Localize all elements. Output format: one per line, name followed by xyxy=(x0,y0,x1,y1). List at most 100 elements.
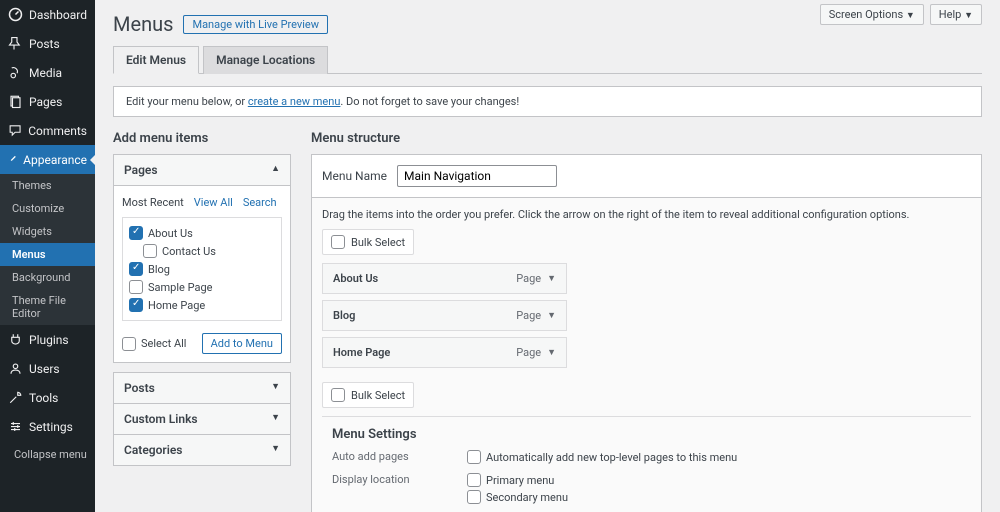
notice-prefix: Edit your menu below, or xyxy=(126,95,248,108)
sidebar-item-users[interactable]: Users xyxy=(0,354,95,383)
sidebar-item-appearance[interactable]: Appearance xyxy=(0,145,95,174)
checkbox[interactable] xyxy=(467,490,481,504)
menu-item[interactable]: Blog Page ▼ xyxy=(322,300,567,331)
submenu-background[interactable]: Background xyxy=(0,266,95,289)
help-button[interactable]: Help ▼ xyxy=(930,4,982,25)
menu-item[interactable]: Home PagePage▼ xyxy=(322,337,567,368)
sidebar-label: Posts xyxy=(29,37,60,51)
title-text: Menus xyxy=(113,12,173,36)
help-label: Help xyxy=(939,8,962,21)
chevron-down-icon: ▼ xyxy=(547,273,556,284)
appearance-submenu: Themes Customize Widgets Menus Backgroun… xyxy=(0,174,95,325)
posts-panel-title: Posts xyxy=(124,381,155,395)
bulk-label: Bulk Select xyxy=(351,389,405,402)
main-content: Screen Options ▼ Help ▼ Menus Manage with… xyxy=(95,0,1000,512)
dashboard-icon xyxy=(8,7,23,22)
sidebar-item-dashboard[interactable]: Dashboard xyxy=(0,0,95,29)
sidebar-item-plugins[interactable]: Plugins xyxy=(0,325,95,354)
check-label: Blog xyxy=(148,263,170,276)
bulk-select-top[interactable]: Bulk Select xyxy=(322,229,414,255)
pages-checklist: About Us Contact Us Blog Sample Page Hom… xyxy=(122,217,282,321)
sidebar-label: Dashboard xyxy=(29,8,87,22)
chevron-down-icon: ▼ xyxy=(964,11,973,21)
sidebar-item-tools[interactable]: Tools xyxy=(0,383,95,412)
check-sample-page[interactable]: Sample Page xyxy=(129,278,275,296)
collapse-menu[interactable]: Collapse menu xyxy=(0,441,95,468)
checkbox[interactable] xyxy=(129,262,143,276)
sidebar-label: Users xyxy=(29,362,60,376)
add-items-heading: Add menu items xyxy=(113,131,291,146)
pages-panel: Pages▲ Most Recent View All Search About… xyxy=(113,154,291,363)
categories-panel-header[interactable]: Categories▼ xyxy=(113,434,291,466)
check-contact-us[interactable]: Contact Us xyxy=(143,242,275,260)
custom-links-title: Custom Links xyxy=(124,412,198,426)
screen-options-button[interactable]: Screen Options ▼ xyxy=(820,4,924,25)
checkbox[interactable] xyxy=(129,226,143,240)
subtab-most-recent[interactable]: Most Recent xyxy=(122,196,184,209)
check-about-us[interactable]: About Us xyxy=(129,224,275,242)
sidebar-item-posts[interactable]: Posts xyxy=(0,29,95,58)
loc-label: Secondary menu xyxy=(486,491,568,504)
comment-icon xyxy=(8,123,22,138)
menu-item-type: Page xyxy=(516,309,541,322)
check-home-page[interactable]: Home Page xyxy=(129,296,275,314)
create-menu-link[interactable]: create a new menu xyxy=(248,95,341,108)
bulk-checkbox[interactable] xyxy=(331,235,345,249)
check-label: About Us xyxy=(148,227,193,240)
custom-links-panel-header[interactable]: Custom Links▼ xyxy=(113,403,291,435)
pages-panel-title: Pages xyxy=(124,163,158,177)
pages-icon xyxy=(8,94,23,109)
pin-icon xyxy=(8,36,23,51)
checkbox[interactable] xyxy=(467,450,481,464)
check-label: Sample Page xyxy=(148,281,212,294)
checkbox[interactable] xyxy=(129,298,143,312)
tab-manage-locations[interactable]: Manage Locations xyxy=(203,46,328,74)
subtab-search[interactable]: Search xyxy=(243,196,277,209)
bulk-checkbox[interactable] xyxy=(331,388,345,402)
submenu-menus[interactable]: Menus xyxy=(0,243,95,266)
menu-item-label: About Us xyxy=(333,272,378,285)
live-preview-button[interactable]: Manage with Live Preview xyxy=(183,15,328,34)
sidebar-label: Media xyxy=(29,66,62,80)
tool-icon xyxy=(8,390,23,405)
menu-item-label: Blog xyxy=(333,309,355,322)
select-all[interactable]: Select All xyxy=(122,337,186,351)
submenu-customize[interactable]: Customize xyxy=(0,197,95,220)
sidebar-item-media[interactable]: Media xyxy=(0,58,95,87)
submenu-theme-file-editor[interactable]: Theme File Editor xyxy=(0,289,95,325)
pages-panel-header[interactable]: Pages▲ xyxy=(114,155,290,186)
loc-secondary[interactable]: Secondary menu xyxy=(467,490,568,504)
loc-primary[interactable]: Primary menu xyxy=(467,473,568,487)
checkbox[interactable] xyxy=(467,473,481,487)
bulk-label: Bulk Select xyxy=(351,236,405,249)
submenu-themes[interactable]: Themes xyxy=(0,174,95,197)
auto-add-option[interactable]: Automatically add new top-level pages to… xyxy=(467,450,737,464)
checkbox[interactable] xyxy=(129,280,143,294)
sidebar-item-comments[interactable]: Comments xyxy=(0,116,95,145)
subtab-view-all[interactable]: View All xyxy=(194,196,233,209)
tab-edit-menus[interactable]: Edit Menus xyxy=(113,46,199,74)
sidebar-item-pages[interactable]: Pages xyxy=(0,87,95,116)
check-label: Home Page xyxy=(148,299,205,312)
nav-tabs: Edit Menus Manage Locations xyxy=(113,46,982,74)
menu-name-input[interactable] xyxy=(397,165,557,187)
menu-item[interactable]: About Us Page ▼ xyxy=(322,263,567,294)
user-icon xyxy=(8,361,23,376)
sidebar-item-settings[interactable]: Settings xyxy=(0,412,95,441)
sidebar-label: Plugins xyxy=(29,333,69,347)
collapse-label: Collapse menu xyxy=(14,448,87,461)
check-blog[interactable]: Blog xyxy=(129,260,275,278)
menu-structure-heading: Menu structure xyxy=(311,131,982,146)
sidebar-label: Pages xyxy=(29,95,62,109)
auto-add-label: Automatically add new top-level pages to… xyxy=(486,451,737,464)
select-all-checkbox[interactable] xyxy=(122,337,136,351)
menu-item-type: Page xyxy=(516,272,541,285)
add-to-menu-button[interactable]: Add to Menu xyxy=(202,333,282,354)
posts-panel-header[interactable]: Posts▼ xyxy=(113,372,291,404)
admin-sidebar: Dashboard Posts Media Pages Comments App… xyxy=(0,0,95,512)
chevron-down-icon: ▼ xyxy=(547,310,556,321)
checkbox[interactable] xyxy=(143,244,157,258)
notice-bar: Edit your menu below, or create a new me… xyxy=(113,86,982,117)
submenu-widgets[interactable]: Widgets xyxy=(0,220,95,243)
bulk-select-bottom[interactable]: Bulk Select xyxy=(322,382,414,408)
